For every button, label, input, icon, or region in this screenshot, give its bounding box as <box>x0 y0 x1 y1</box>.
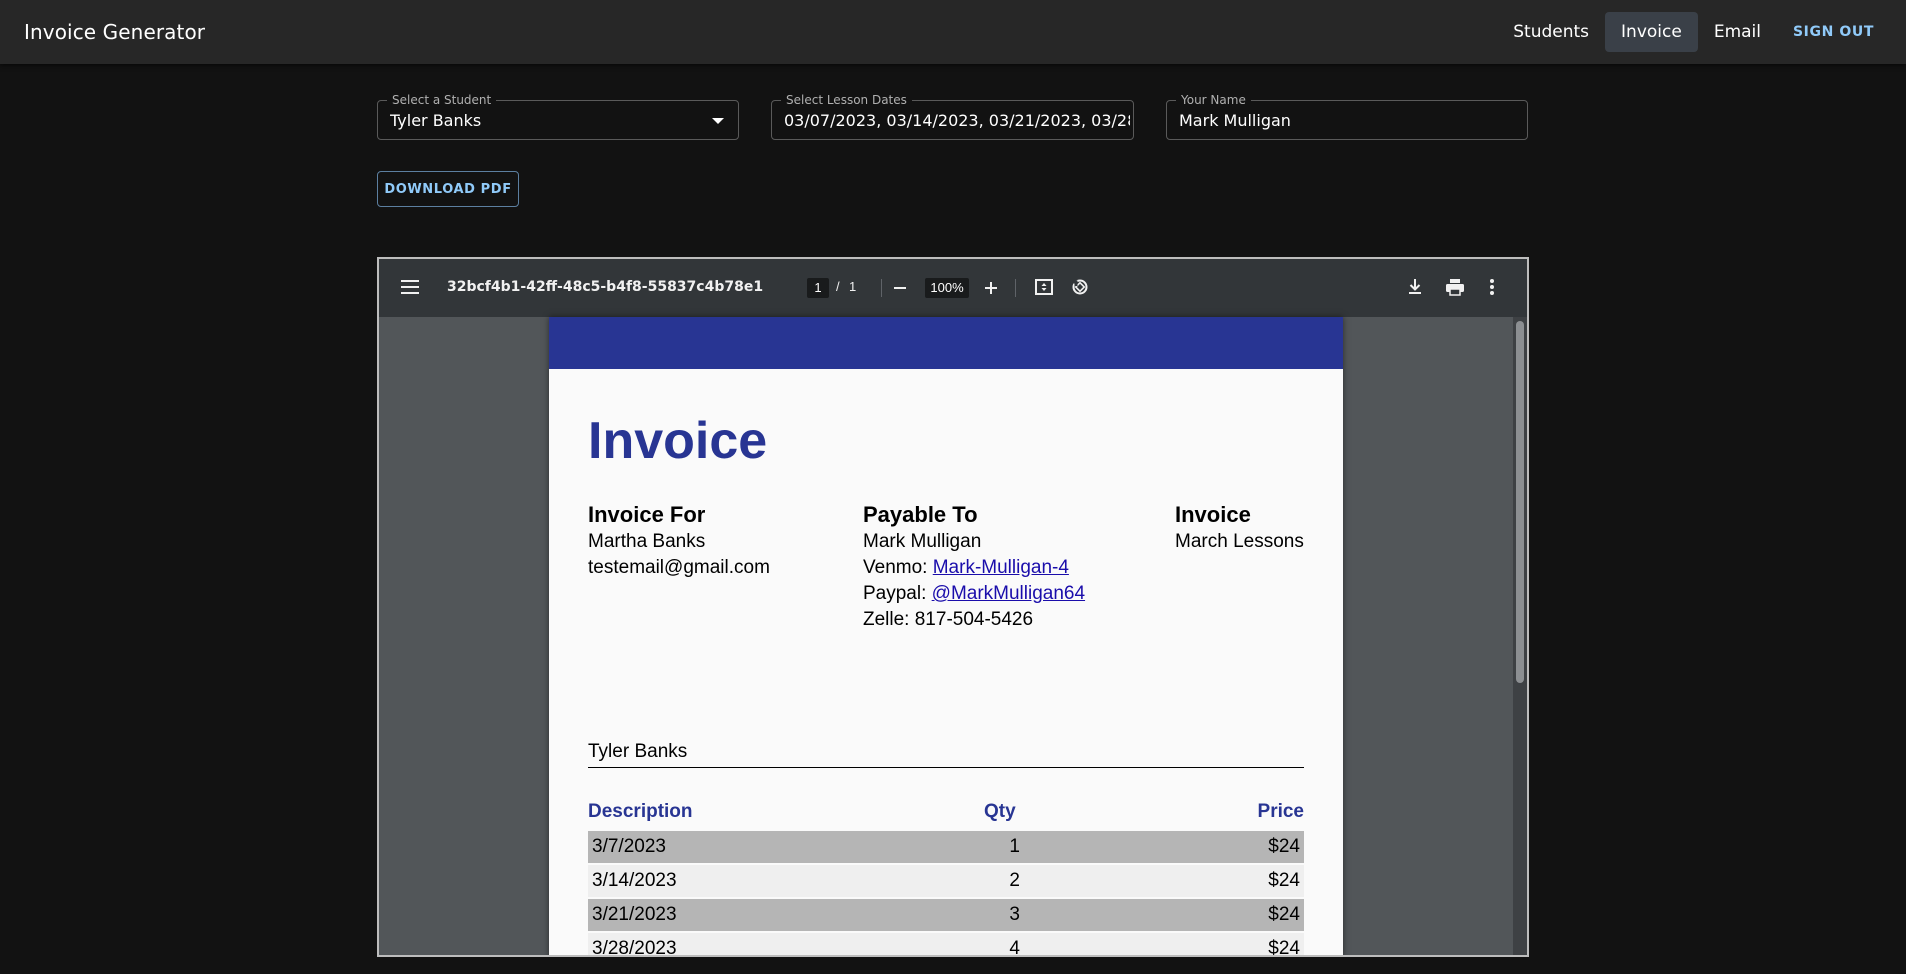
divider-line <box>588 767 1304 768</box>
student-select-label: Select a Student <box>387 93 497 107</box>
student-name: Tyler Banks <box>588 741 688 762</box>
row-qty: 3 <box>1009 904 1020 925</box>
page-total: 1 <box>849 279 857 294</box>
zoom-level-input[interactable]: 100% <box>925 278 969 298</box>
rotate-icon[interactable] <box>1071 278 1089 300</box>
row-description: 3/14/2023 <box>592 870 677 891</box>
row-qty: 2 <box>1009 870 1020 891</box>
lesson-dates-value: 03/07/2023, 03/14/2023, 03/21/2023, 03/2… <box>784 111 1130 130</box>
zelle-line: Zelle: 817-504-5426 <box>863 609 1034 630</box>
pdf-scrollbar-thumb[interactable] <box>1516 321 1524 683</box>
header-description: Description <box>588 801 693 822</box>
venmo-label: Venmo: <box>863 557 933 578</box>
your-name-value: Mark Mulligan <box>1179 111 1291 130</box>
toolbar-divider <box>881 279 882 297</box>
paypal-line: Paypal: @MarkMulligan64 <box>863 581 1085 607</box>
your-name-label: Your Name <box>1176 93 1251 107</box>
app-title: Invoice Generator <box>24 20 206 44</box>
invoice-for-title: Invoice For <box>588 502 706 527</box>
sign-out-button[interactable]: SIGN OUT <box>1781 12 1886 52</box>
row-price: $24 <box>1268 836 1300 857</box>
download-pdf-button[interactable]: DOWNLOAD PDF <box>377 171 519 207</box>
row-price: $24 <box>1268 904 1300 925</box>
app-bar: Invoice Generator Students Invoice Email… <box>0 0 1906 64</box>
row-description: 3/28/2023 <box>592 938 677 957</box>
print-icon[interactable] <box>1445 278 1465 300</box>
pdf-document-area[interactable]: Invoice Invoice For Martha Banks testema… <box>379 317 1513 955</box>
pdf-scrollbar[interactable] <box>1513 317 1527 955</box>
pdf-toolbar: 32bcf4b1-42ff-48c5-b4f8-55837c4b78e1 1 /… <box>379 259 1527 317</box>
header-price: Price <box>1257 801 1304 822</box>
page-number-input[interactable]: 1 <box>807 278 829 298</box>
nav-menu: Students Invoice Email SIGN OUT <box>1497 12 1886 52</box>
student-select[interactable]: Select a Student Tyler Banks <box>377 93 739 140</box>
zoom-in-icon[interactable] <box>984 278 998 302</box>
row-price: $24 <box>1268 938 1300 957</box>
row-qty: 1 <box>1009 836 1020 857</box>
row-description: 3/21/2023 <box>592 904 677 925</box>
table-row: 3/21/2023 3 $24 <box>588 899 1304 931</box>
table-header: Description Qty Price <box>588 801 1304 825</box>
row-qty: 4 <box>1009 938 1020 957</box>
paypal-link[interactable]: @MarkMulligan64 <box>932 583 1085 604</box>
zoom-out-icon[interactable] <box>893 278 907 302</box>
pdf-page: Invoice Invoice For Martha Banks testema… <box>549 317 1343 957</box>
invoice-info-title: Invoice <box>1175 502 1251 527</box>
lesson-dates-label: Select Lesson Dates <box>781 93 912 107</box>
nav-invoice-button[interactable]: Invoice <box>1605 12 1698 52</box>
payable-to-title: Payable To <box>863 502 978 527</box>
dropdown-arrow-icon[interactable] <box>712 118 724 124</box>
pdf-viewer: 32bcf4b1-42ff-48c5-b4f8-55837c4b78e1 1 /… <box>377 257 1529 957</box>
nav-students-button[interactable]: Students <box>1497 12 1605 52</box>
fit-page-icon[interactable] <box>1035 278 1053 300</box>
pdf-document-name: 32bcf4b1-42ff-48c5-b4f8-55837c4b78e1 <box>447 279 764 295</box>
payable-to-section: Payable To Mark Mulligan Venmo: Mark-Mul… <box>863 501 1085 633</box>
invoice-info-section: Invoice March Lessons <box>1175 501 1304 555</box>
row-description: 3/7/2023 <box>592 836 666 857</box>
header-qty: Qty <box>984 801 1016 822</box>
invoice-heading: Invoice <box>588 412 768 470</box>
download-icon[interactable] <box>1407 278 1423 300</box>
toolbar-divider <box>1015 279 1016 297</box>
venmo-line: Venmo: Mark-Mulligan-4 <box>863 555 1085 581</box>
student-select-value: Tyler Banks <box>390 111 482 130</box>
row-price: $24 <box>1268 870 1300 891</box>
invoice-for-email: testemail@gmail.com <box>588 557 770 578</box>
venmo-link[interactable]: Mark-Mulligan-4 <box>933 557 1069 578</box>
lesson-dates-select[interactable]: Select Lesson Dates 03/07/2023, 03/14/20… <box>771 93 1134 140</box>
nav-email-button[interactable]: Email <box>1698 12 1777 52</box>
menu-icon[interactable] <box>401 278 419 298</box>
invoice-banner <box>549 317 1343 369</box>
your-name-field[interactable]: Your Name Mark Mulligan <box>1166 93 1528 140</box>
table-row: 3/14/2023 2 $24 <box>588 865 1304 897</box>
table-row: 3/28/2023 4 $24 <box>588 933 1304 957</box>
page-separator: / <box>836 279 840 294</box>
paypal-label: Paypal: <box>863 583 932 604</box>
table-row: 3/7/2023 1 $24 <box>588 831 1304 863</box>
invoice-for-name: Martha Banks <box>588 531 706 552</box>
invoice-for-section: Invoice For Martha Banks testemail@gmail… <box>588 501 770 581</box>
payable-to-name: Mark Mulligan <box>863 531 982 552</box>
invoice-info-subtitle: March Lessons <box>1175 531 1304 552</box>
more-options-icon[interactable] <box>1489 278 1495 300</box>
